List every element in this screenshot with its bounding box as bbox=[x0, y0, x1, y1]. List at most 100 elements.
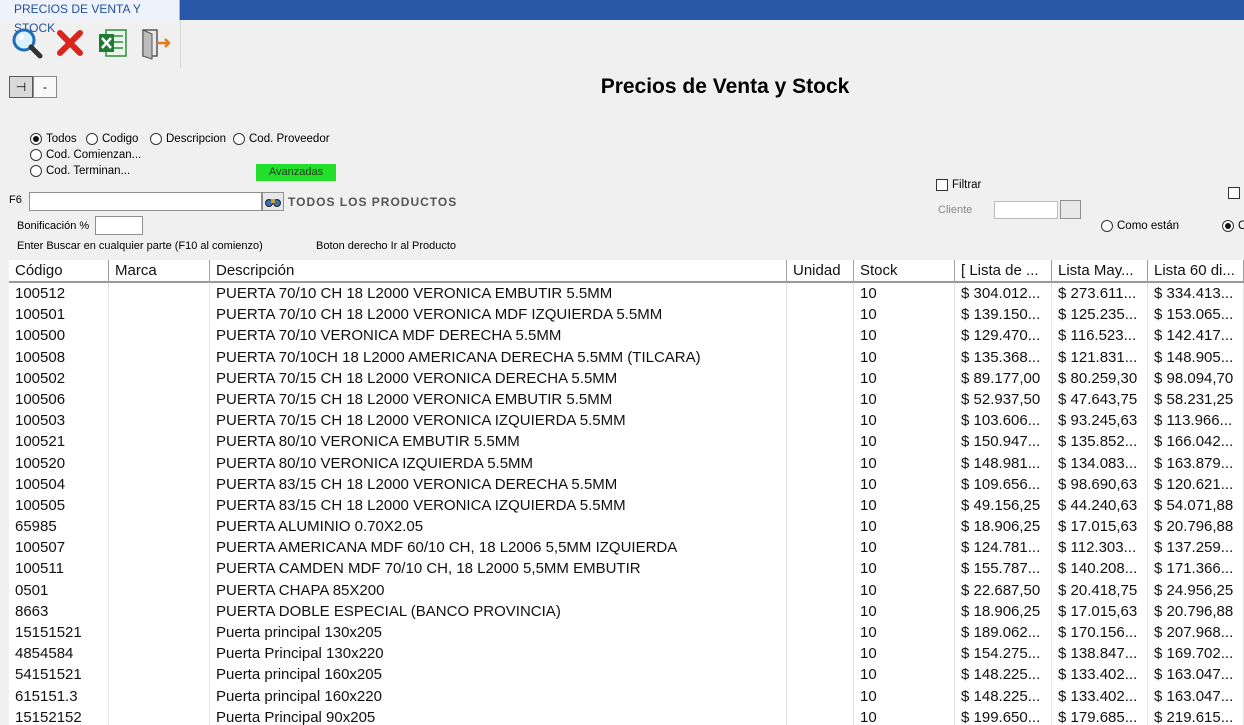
radio-indicator bbox=[233, 133, 245, 145]
cliente-input[interactable] bbox=[994, 201, 1058, 219]
filtrar-checkbox[interactable]: Filtrar bbox=[936, 179, 981, 191]
table-row[interactable]: 100504 PUERTA 83/15 CH 18 L2000 VERONICA … bbox=[9, 473, 1244, 495]
search-scope-label: TODOS LOS PRODUCTOS bbox=[288, 195, 458, 209]
radio-codigo[interactable]: Codigo bbox=[86, 133, 138, 145]
table-row[interactable]: 100520 PUERTA 80/10 VERONICA IZQUIERDA 5.… bbox=[9, 452, 1244, 474]
extra-checkbox[interactable] bbox=[1228, 187, 1240, 199]
table-cell bbox=[109, 516, 210, 538]
table-cell: PUERTA 70/10 CH 18 L2000 VERONICA MDF IZ… bbox=[210, 304, 787, 326]
table-cell: 100512 bbox=[9, 283, 109, 305]
table-row[interactable]: 100521 PUERTA 80/10 VERONICA EMBUTIR 5.5M… bbox=[9, 431, 1244, 453]
column-header[interactable]: Unidad bbox=[787, 260, 854, 281]
products-grid[interactable]: Código Marca Descripción Unidad Stock[ Lista… bbox=[9, 260, 1244, 725]
table-cell: 0501 bbox=[9, 579, 109, 601]
table-row[interactable]: 100508 PUERTA 70/10CH 18 L2000 AMERICANA … bbox=[9, 346, 1244, 368]
excel-export-button[interactable] bbox=[94, 24, 132, 62]
checkbox-label: Filtrar bbox=[952, 179, 982, 191]
exit-button[interactable] bbox=[136, 24, 174, 62]
table-row[interactable]: 100502 PUERTA 70/15 CH 18 L2000 VERONICA … bbox=[9, 367, 1244, 389]
table-cell: $ 169.702... bbox=[1148, 643, 1244, 665]
radio-cod-terminan[interactable]: Cod. Terminan... bbox=[30, 165, 130, 177]
grid-header: Código Marca Descripción Unidad Stock[ Lista… bbox=[9, 260, 1244, 283]
table-cell: $ 47.643,75 bbox=[1052, 388, 1148, 411]
table-cell: 10 bbox=[854, 325, 955, 347]
table-cell: $ 20.418,75 bbox=[1052, 579, 1148, 601]
table-row[interactable]: 100505 PUERTA 83/15 CH 18 L2000 VERONICA … bbox=[9, 494, 1244, 517]
table-row[interactable]: 65985 PUERTA ALUMINIO 0.70X2.05 10 $ 18.906… bbox=[9, 516, 1244, 538]
table-cell: $ 207.968... bbox=[1148, 622, 1244, 644]
radio-cod-proveedor[interactable]: Cod. Proveedor bbox=[233, 133, 330, 145]
search-hint: Enter Buscar en cualquier parte (F10 al … bbox=[17, 240, 263, 252]
table-row[interactable]: 615151.3 Puerta principal 160x220 10 $ 148.… bbox=[9, 685, 1244, 707]
radio-indicator bbox=[30, 149, 42, 161]
cliente-lookup-button[interactable] bbox=[1060, 200, 1081, 219]
exit-door-icon bbox=[142, 29, 171, 60]
table-row[interactable]: 100507 PUERTA AMERICANA MDF 60/10 CH, 18 … bbox=[9, 537, 1244, 559]
table-cell bbox=[109, 388, 210, 411]
table-row[interactable]: 4854584 Puerta Principal 130x220 10 $ 154.2… bbox=[9, 643, 1244, 665]
table-cell: $ 112.303... bbox=[1052, 537, 1148, 559]
column-header[interactable]: Lista May... bbox=[1052, 260, 1148, 281]
table-row[interactable]: 15151521 Puerta principal 130x205 10 $ 189.… bbox=[9, 622, 1244, 644]
table-row[interactable]: 100501 PUERTA 70/10 CH 18 L2000 VERONICA … bbox=[9, 304, 1244, 326]
radio-label: Cod. Terminan... bbox=[46, 165, 131, 177]
search-shortcut-label: F6 bbox=[9, 194, 22, 206]
cancel-button[interactable] bbox=[51, 24, 89, 62]
table-row[interactable]: 100503 PUERTA 70/15 CH 18 L2000 VERONICA … bbox=[9, 410, 1244, 432]
table-cell bbox=[787, 304, 854, 326]
window-tab[interactable]: PRECIOS DE VENTA Y STOCK bbox=[0, 0, 180, 35]
table-cell: $ 166.042... bbox=[1148, 431, 1244, 453]
table-cell: $ 179.685... bbox=[1052, 706, 1148, 725]
table-cell: PUERTA CHAPA 85X200 bbox=[210, 579, 787, 601]
table-cell: $ 273.611... bbox=[1052, 283, 1148, 305]
avanzadas-button[interactable]: Avanzadas bbox=[256, 164, 336, 181]
table-row[interactable]: 8663 PUERTA DOBLE ESPECIAL (BANCO PROVINC… bbox=[9, 600, 1244, 622]
table-cell: 100504 bbox=[9, 473, 109, 495]
checkbox-indicator bbox=[936, 179, 948, 191]
table-row[interactable]: 100500 PUERTA 70/10 VERONICA MDF DERECHA … bbox=[9, 325, 1244, 347]
table-cell: $ 89.177,00 bbox=[955, 367, 1052, 389]
table-row[interactable]: 15152152 Puerta Principal 90x205 10 $ 199.6… bbox=[9, 706, 1244, 725]
radio-label: Descripcion bbox=[166, 133, 227, 145]
table-cell bbox=[109, 325, 210, 347]
radio-cod-comienzan[interactable]: Cod. Comienzan... bbox=[30, 149, 141, 161]
radio-partial[interactable]: C bbox=[1222, 220, 1244, 232]
table-cell: 10 bbox=[854, 367, 955, 389]
column-header[interactable]: Stock bbox=[854, 260, 955, 281]
table-cell: $ 49.156,25 bbox=[955, 494, 1052, 517]
table-cell: $ 121.831... bbox=[1052, 346, 1148, 368]
table-cell bbox=[109, 643, 210, 665]
search-go-button[interactable] bbox=[262, 192, 284, 211]
column-header[interactable]: Lista 60 di... bbox=[1148, 260, 1244, 281]
column-header[interactable]: Marca bbox=[109, 260, 210, 281]
table-row[interactable]: 54151521 Puerta principal 160x205 10 $ 148.… bbox=[9, 664, 1244, 686]
table-row[interactable]: 100512 PUERTA 70/10 CH 18 L2000 VERONICA … bbox=[9, 283, 1244, 305]
column-header[interactable]: Código bbox=[9, 260, 109, 281]
table-cell bbox=[109, 283, 210, 305]
table-row[interactable]: 100506 PUERTA 70/15 CH 18 L2000 VERONICA … bbox=[9, 388, 1244, 411]
column-header[interactable]: [ Lista de ... bbox=[955, 260, 1052, 281]
radio-descripcion[interactable]: Descripcion bbox=[150, 133, 226, 145]
table-cell bbox=[109, 494, 210, 517]
bonificacion-input[interactable] bbox=[95, 216, 143, 235]
radio-como-estan[interactable]: Como están bbox=[1101, 220, 1179, 232]
table-row[interactable]: 0501 PUERTA CHAPA 85X200 10 $ 22.687,50 $ 20… bbox=[9, 579, 1244, 601]
magnifier-icon bbox=[12, 28, 43, 59]
table-cell: 15152152 bbox=[9, 706, 109, 725]
table-cell: PUERTA 80/10 VERONICA EMBUTIR 5.5MM bbox=[210, 431, 787, 453]
column-header[interactable]: Descripción bbox=[210, 260, 787, 281]
table-cell: $ 125.235... bbox=[1052, 304, 1148, 326]
table-cell: $ 24.956,25 bbox=[1148, 579, 1244, 601]
radio-todos[interactable]: Todos bbox=[30, 133, 77, 145]
table-cell: PUERTA 83/15 CH 18 L2000 VERONICA IZQUIE… bbox=[210, 494, 787, 517]
table-cell: $ 58.231,25 bbox=[1148, 388, 1244, 411]
search-input[interactable] bbox=[29, 192, 262, 211]
table-row[interactable]: 100511 PUERTA CAMDEN MDF 70/10 CH, 18 L20… bbox=[9, 558, 1244, 580]
page-title: Precios de Venta y Stock bbox=[600, 75, 850, 98]
table-cell: 100503 bbox=[9, 410, 109, 432]
search-button[interactable] bbox=[8, 24, 46, 62]
table-cell: 10 bbox=[854, 706, 955, 725]
radio-label: Cod. Proveedor bbox=[249, 133, 330, 145]
table-cell: $ 139.150... bbox=[955, 304, 1052, 326]
table-cell: 10 bbox=[854, 600, 955, 622]
